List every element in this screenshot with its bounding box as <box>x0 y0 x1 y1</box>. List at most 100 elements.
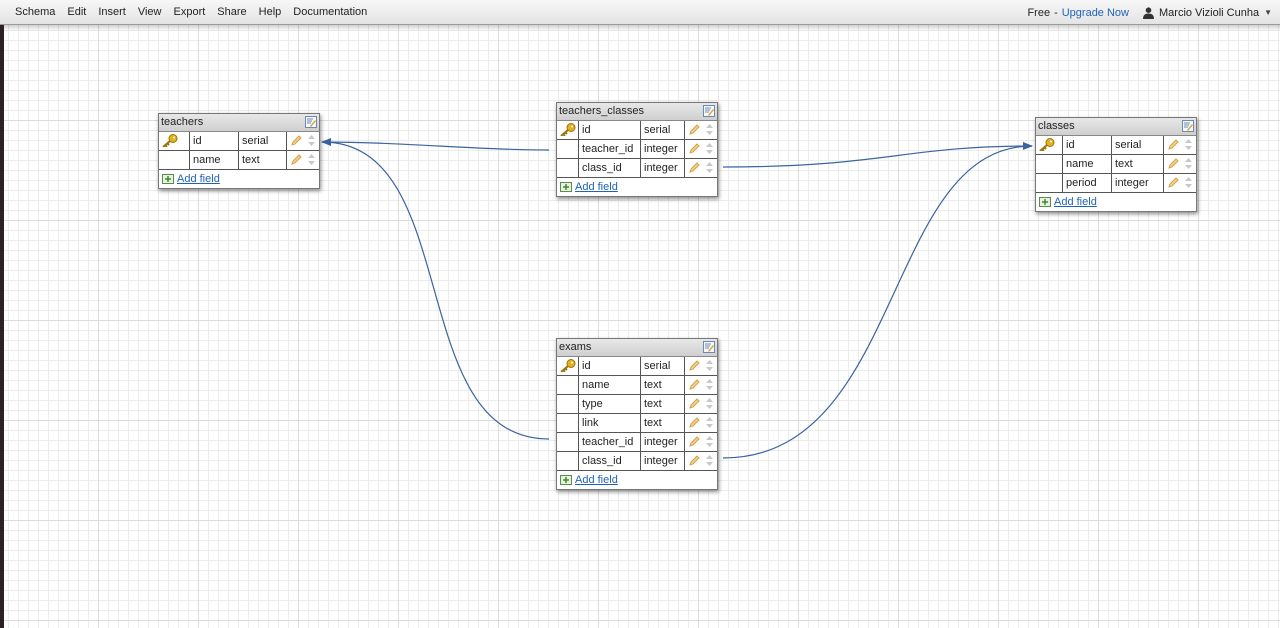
field-type[interactable]: serial <box>239 132 287 150</box>
field-name[interactable]: teacher_id <box>579 433 641 451</box>
field-name[interactable]: period <box>1063 174 1112 192</box>
field-type[interactable]: integer <box>641 159 685 177</box>
table-classes[interactable]: classes id serial name text period integ… <box>1035 117 1197 212</box>
menu-share[interactable]: Share <box>211 0 252 25</box>
add-field-icon <box>162 174 174 184</box>
field-type[interactable]: serial <box>641 357 685 375</box>
field-name[interactable]: class_id <box>579 452 641 470</box>
field-type[interactable]: text <box>239 151 287 169</box>
menu-documentation[interactable]: Documentation <box>287 0 373 25</box>
field-name[interactable]: id <box>1063 136 1112 154</box>
menu-insert[interactable]: Insert <box>92 0 132 25</box>
table-title: teachers <box>161 116 204 128</box>
reorder-arrows-icon[interactable] <box>706 398 713 409</box>
field-name[interactable]: id <box>579 121 641 139</box>
reorder-arrows-icon[interactable] <box>706 360 713 371</box>
pencil-icon[interactable] <box>689 162 700 173</box>
relation-link-teacher-classes-class <box>722 142 1033 168</box>
field-type[interactable]: integer <box>641 452 685 470</box>
table-row: period integer <box>1036 174 1196 193</box>
add-field-link[interactable]: Add field <box>575 178 618 196</box>
reorder-arrows-icon[interactable] <box>706 417 713 428</box>
field-name[interactable]: name <box>579 376 641 394</box>
table-header[interactable]: teachers_classes <box>557 103 717 121</box>
pencil-icon[interactable] <box>689 417 700 428</box>
table-teachers[interactable]: teachers id serial name text Add field <box>158 113 320 189</box>
menu-view[interactable]: View <box>132 0 168 25</box>
user-menu[interactable]: Marcio Vizioli Cunha ▼ <box>1143 7 1272 19</box>
plan-separator: - <box>1054 6 1058 19</box>
add-field-link[interactable]: Add field <box>1054 193 1097 211</box>
field-type[interactable]: integer <box>641 433 685 451</box>
menu-help[interactable]: Help <box>253 0 288 25</box>
edit-table-icon[interactable] <box>305 116 317 128</box>
table-exams[interactable]: exams id serial name text type text link… <box>556 338 718 490</box>
pencil-icon[interactable] <box>1168 158 1179 169</box>
pencil-icon[interactable] <box>689 124 700 135</box>
add-field-link[interactable]: Add field <box>575 471 618 489</box>
menubar: Schema Edit Insert View Export Share Hel… <box>0 0 1280 25</box>
reorder-arrows-icon[interactable] <box>1185 158 1192 169</box>
field-type[interactable]: text <box>641 376 685 394</box>
field-actions <box>685 357 717 375</box>
key-cell <box>1036 155 1063 173</box>
table-header[interactable]: classes <box>1036 118 1196 136</box>
reorder-arrows-icon[interactable] <box>1185 139 1192 150</box>
upgrade-link[interactable]: Upgrade Now <box>1062 7 1129 19</box>
table-row: class_id integer <box>557 159 717 178</box>
pencil-icon[interactable] <box>689 455 700 466</box>
reorder-arrows-icon[interactable] <box>706 162 713 173</box>
field-name[interactable]: teacher_id <box>579 140 641 158</box>
pencil-icon[interactable] <box>689 143 700 154</box>
table-header[interactable]: teachers <box>159 114 319 132</box>
reorder-arrows-icon[interactable] <box>308 154 315 165</box>
key-cell <box>557 357 579 375</box>
key-cell <box>557 121 579 139</box>
field-actions <box>1164 136 1196 154</box>
field-name[interactable]: class_id <box>579 159 641 177</box>
field-name[interactable]: name <box>190 151 239 169</box>
field-name[interactable]: link <box>579 414 641 432</box>
field-type[interactable]: serial <box>1112 136 1164 154</box>
reorder-arrows-icon[interactable] <box>706 436 713 447</box>
add-field-row: Add field <box>557 471 717 489</box>
field-type[interactable]: integer <box>641 140 685 158</box>
table-row: teacher_id integer <box>557 140 717 159</box>
field-type[interactable]: text <box>1112 155 1164 173</box>
reorder-arrows-icon[interactable] <box>706 124 713 135</box>
reorder-arrows-icon[interactable] <box>706 379 713 390</box>
pencil-icon[interactable] <box>689 398 700 409</box>
field-type[interactable]: integer <box>1112 174 1164 192</box>
reorder-arrows-icon[interactable] <box>308 135 315 146</box>
add-field-icon <box>1039 197 1051 207</box>
pencil-icon[interactable] <box>689 360 700 371</box>
pencil-icon[interactable] <box>689 379 700 390</box>
reorder-arrows-icon[interactable] <box>706 455 713 466</box>
account-area: Free - Upgrade Now Marcio Vizioli Cunha … <box>1027 0 1272 25</box>
field-type[interactable]: serial <box>641 121 685 139</box>
edit-table-icon[interactable] <box>1182 120 1194 132</box>
table-teachers-classes[interactable]: teachers_classes id serial teacher_id in… <box>556 102 718 197</box>
reorder-arrows-icon[interactable] <box>1185 177 1192 188</box>
pencil-icon[interactable] <box>689 436 700 447</box>
menu-edit[interactable]: Edit <box>61 0 92 25</box>
field-type[interactable]: text <box>641 395 685 413</box>
table-header[interactable]: exams <box>557 339 717 357</box>
add-field-icon <box>560 182 572 192</box>
edit-table-icon[interactable] <box>703 341 715 353</box>
pencil-icon[interactable] <box>1168 139 1179 150</box>
field-name[interactable]: id <box>190 132 239 150</box>
menu-schema[interactable]: Schema <box>9 0 61 25</box>
menu-export[interactable]: Export <box>168 0 212 25</box>
edit-table-icon[interactable] <box>703 105 715 117</box>
field-name[interactable]: type <box>579 395 641 413</box>
caret-down-icon: ▼ <box>1264 8 1272 17</box>
pencil-icon[interactable] <box>291 135 302 146</box>
pencil-icon[interactable] <box>291 154 302 165</box>
field-type[interactable]: text <box>641 414 685 432</box>
field-name[interactable]: name <box>1063 155 1112 173</box>
add-field-link[interactable]: Add field <box>177 170 220 188</box>
pencil-icon[interactable] <box>1168 177 1179 188</box>
field-name[interactable]: id <box>579 357 641 375</box>
reorder-arrows-icon[interactable] <box>706 143 713 154</box>
